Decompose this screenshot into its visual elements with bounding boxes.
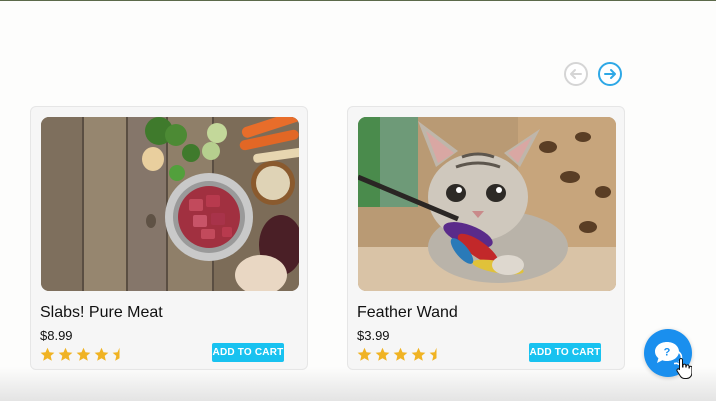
star-icon <box>58 347 73 361</box>
arrow-left-icon <box>570 69 582 79</box>
hand-pointer-cursor-icon <box>676 357 692 379</box>
star-icon <box>94 347 109 361</box>
product-title[interactable]: Slabs! Pure Meat <box>40 304 163 322</box>
svg-text:?: ? <box>664 347 671 359</box>
product-image-kitten-feather[interactable] <box>358 117 616 291</box>
product-title[interactable]: Feather Wand <box>357 304 458 322</box>
add-to-cart-button[interactable]: ADD TO CART <box>212 343 284 362</box>
carousel-prev-button[interactable] <box>564 62 588 86</box>
star-icon <box>357 347 372 361</box>
top-border <box>0 0 716 1</box>
rating-stars <box>40 347 127 362</box>
star-half-icon <box>112 347 120 361</box>
carousel-next-button[interactable] <box>598 62 622 86</box>
star-half-icon <box>429 347 437 361</box>
star-icon <box>76 347 91 361</box>
product-card[interactable]: Feather Wand $3.99 ADD TO CART <box>347 106 625 370</box>
star-icon <box>393 347 408 361</box>
product-card[interactable]: Slabs! Pure Meat $8.99 ADD TO CART <box>30 106 308 370</box>
product-price: $3.99 <box>357 328 390 343</box>
product-image-raw-meat[interactable] <box>41 117 299 291</box>
rating-stars <box>357 347 444 362</box>
page-bottom-shadow <box>0 367 716 401</box>
add-to-cart-button[interactable]: ADD TO CART <box>529 343 601 362</box>
star-icon <box>375 347 390 361</box>
star-icon <box>411 347 426 361</box>
arrow-right-icon <box>604 69 616 79</box>
star-icon <box>40 347 55 361</box>
product-price: $8.99 <box>40 328 73 343</box>
